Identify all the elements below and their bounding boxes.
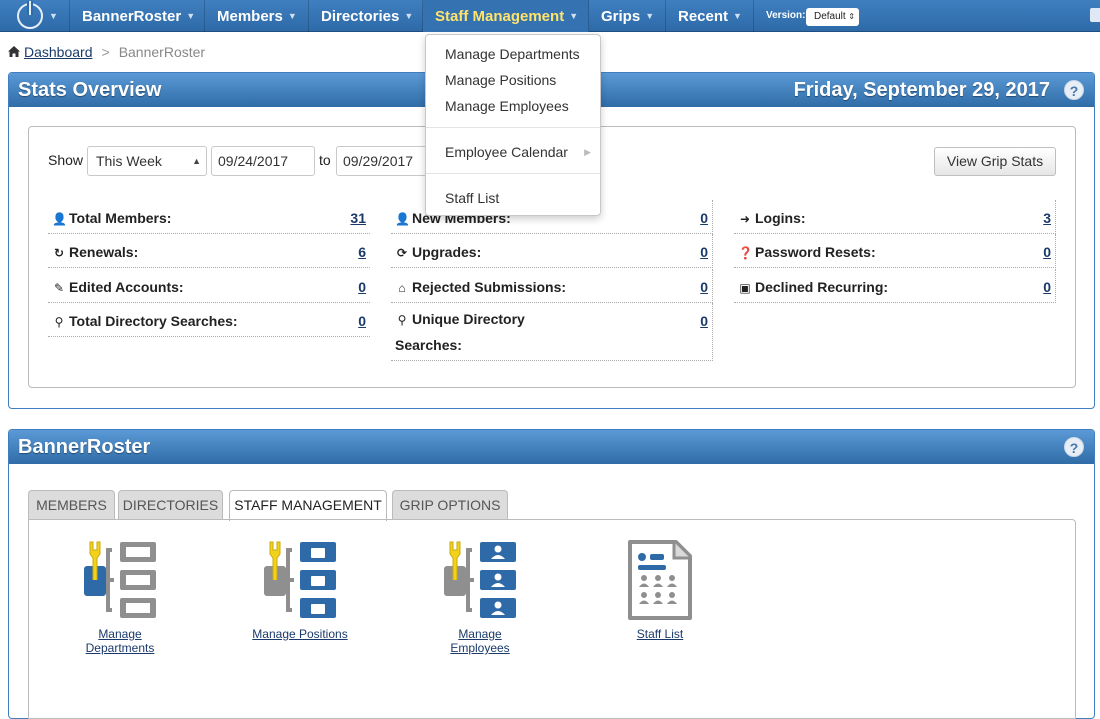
stat-declined-recurring: ▣ Declined Recurring: 0	[734, 269, 1056, 303]
manage-departments-tool[interactable]: Manage Departments	[50, 540, 190, 655]
staff-management-dropdown: Manage Departments Manage Positions Mana…	[425, 34, 601, 216]
tab-staff-management[interactable]: STAFF MANAGEMENT	[229, 490, 387, 521]
breadcrumb: Dashboard > BannerRoster	[8, 44, 205, 60]
search-icon: ⚲	[54, 315, 64, 329]
stat-value-link[interactable]: 3	[1043, 210, 1051, 226]
nav-recent[interactable]: Recent ▼	[666, 0, 754, 32]
home-icon	[8, 44, 20, 57]
pencil-icon: ✎	[53, 281, 65, 295]
user-icon: 👤	[52, 212, 67, 226]
refresh-icon: ↻	[53, 246, 65, 260]
to-label: to	[319, 152, 331, 168]
manage-employees-icon	[444, 541, 516, 618]
select-arrows-icon: ▲	[192, 156, 201, 166]
menu-divider	[426, 173, 600, 174]
search-icon: ⚲	[397, 313, 407, 327]
stat-logins: ➜ Logins: 3	[734, 200, 1056, 234]
show-label: Show	[48, 152, 84, 168]
from-date-input[interactable]: 09/24/2017	[211, 146, 315, 176]
stat-value-link[interactable]: 0	[700, 244, 708, 260]
submenu-arrow-icon: ▶	[584, 147, 591, 157]
bannerroster-panel: BannerRoster ? MEMBERS DIRECTORIES STAFF…	[8, 429, 1095, 719]
stat-value-link[interactable]: 0	[700, 279, 708, 295]
current-date: Friday, September 29, 2017	[793, 79, 1050, 101]
stat-edited-accounts: ✎ Edited Accounts: 0	[48, 269, 370, 303]
money-icon: ▣	[739, 281, 751, 295]
manage-employees-tool[interactable]: Manage Employees	[410, 540, 550, 655]
menu-item-manage-employees[interactable]: Manage Employees	[426, 94, 600, 118]
menu-divider	[426, 127, 600, 128]
caret-down-icon: ▼	[49, 11, 58, 21]
refresh-icon: ⟳	[396, 246, 408, 260]
stat-value-link[interactable]: 0	[700, 313, 708, 329]
stat-value-link[interactable]: 0	[1043, 244, 1051, 260]
question-circle-icon: ❓	[738, 246, 753, 260]
nav-members[interactable]: Members ▼	[205, 0, 309, 32]
breadcrumb-separator: >	[101, 44, 110, 60]
menu-item-staff-list[interactable]: Staff List	[426, 186, 600, 210]
caret-down-icon: ▼	[287, 11, 297, 21]
period-select[interactable]: This Week ▲	[87, 146, 207, 176]
inbox-icon: ⌂	[398, 281, 406, 295]
staff-list-tool[interactable]: Staff List	[590, 540, 730, 641]
breadcrumb-current: BannerRoster	[118, 44, 206, 60]
stat-value-link[interactable]: 0	[700, 210, 708, 226]
manage-positions-tool[interactable]: Manage Positions	[230, 540, 370, 641]
panel-title: BannerRoster	[18, 436, 151, 458]
staff-list-icon	[628, 540, 692, 620]
manage-positions-icon	[264, 541, 336, 618]
bannerroster-header: BannerRoster ?	[9, 430, 1094, 464]
menu-item-manage-departments[interactable]: Manage Departments	[426, 42, 600, 66]
caret-down-icon: ▼	[569, 11, 579, 21]
top-nav: ▼ BannerRoster ▼ Members ▼ Directories ▼ St…	[0, 0, 1100, 32]
stat-password-resets: ❓ Password Resets: 0	[734, 234, 1056, 268]
stat-value-link[interactable]: 0	[358, 313, 366, 329]
caret-down-icon: ▼	[186, 11, 196, 21]
view-grip-stats-button[interactable]: View Grip Stats	[934, 147, 1056, 176]
panel-title: Stats Overview	[18, 79, 162, 101]
version-select[interactable]: Default ⇕	[806, 8, 859, 26]
stat-upgrades: ⟳ Upgrades: 0	[391, 234, 713, 268]
help-icon[interactable]: ?	[1064, 437, 1084, 457]
caret-down-icon: ▼	[645, 11, 655, 21]
tab-grip-options[interactable]: GRIP OPTIONS	[392, 490, 508, 520]
stat-total-directory-searches: ⚲ Total Directory Searches: 0	[48, 303, 370, 337]
nav-directories[interactable]: Directories ▼	[309, 0, 423, 32]
nav-staff-management[interactable]: Staff Management ▼	[423, 0, 589, 32]
power-menu[interactable]: ▼	[0, 0, 70, 32]
stat-rejected-submissions: ⌂ Rejected Submissions: 0	[391, 269, 713, 303]
sign-in-icon: ➜	[739, 212, 751, 226]
tab-directories[interactable]: DIRECTORIES	[118, 490, 223, 520]
manage-departments-icon	[84, 541, 156, 618]
nav-bannerroster[interactable]: BannerRoster ▼	[70, 0, 205, 32]
nav-grips[interactable]: Grips ▼	[589, 0, 666, 32]
select-arrows-icon: ⇕	[848, 12, 855, 21]
tab-members[interactable]: MEMBERS	[28, 490, 115, 520]
menu-item-manage-positions[interactable]: Manage Positions	[426, 68, 600, 92]
stat-value-link[interactable]: 0	[358, 279, 366, 295]
help-icon[interactable]: ?	[1064, 80, 1084, 100]
caret-down-icon: ▼	[733, 11, 742, 21]
stat-value-link[interactable]: 0	[1043, 279, 1051, 295]
caret-down-icon: ▼	[404, 11, 414, 21]
stat-renewals: ↻ Renewals: 6	[48, 234, 370, 268]
user-icon: 👤	[395, 212, 410, 226]
stat-total-members: 👤 Total Members: 31	[48, 200, 370, 234]
stat-value-link[interactable]: 31	[350, 210, 366, 226]
stat-unique-directory-searches: ⚲ Unique Directory Searches: 0	[391, 303, 713, 361]
menu-item-employee-calendar[interactable]: Employee Calendar ▶	[426, 140, 600, 164]
print-icon[interactable]	[1090, 8, 1100, 22]
version-label: Version:	[766, 10, 806, 21]
stat-value-link[interactable]: 6	[358, 244, 366, 260]
staff-management-pane: Manage Departments Manage Positions Mana…	[28, 519, 1076, 719]
breadcrumb-dashboard-link[interactable]: Dashboard	[24, 44, 93, 60]
